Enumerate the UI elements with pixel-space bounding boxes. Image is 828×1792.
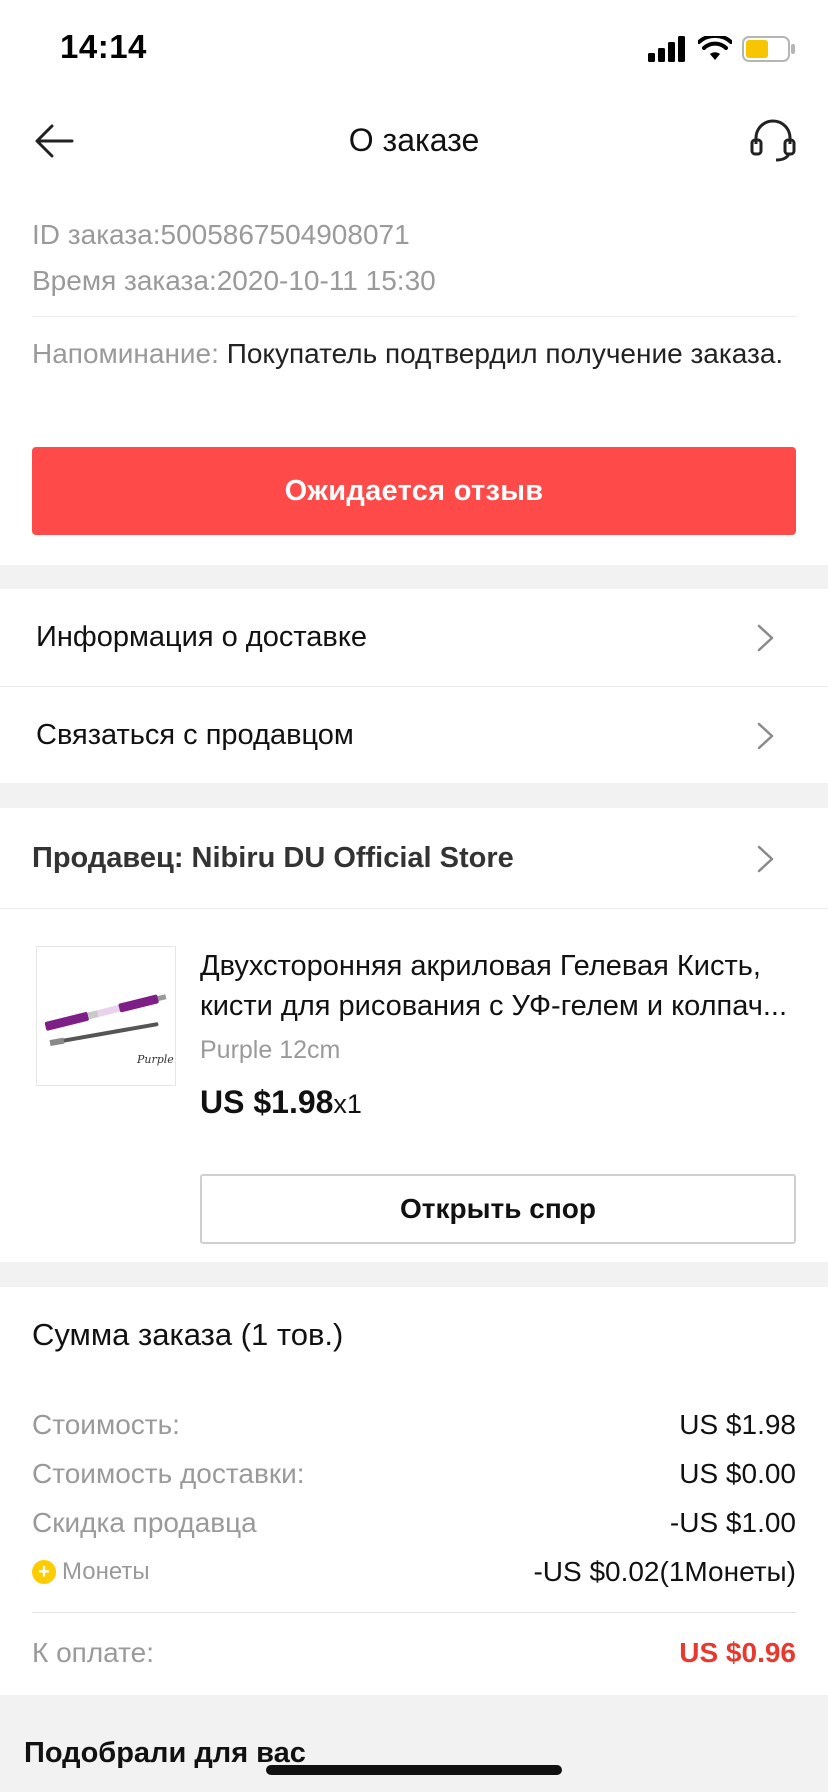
summary-value: -US $0.02(1Монеты) [533,1556,796,1587]
status-icons [648,32,796,66]
order-time: Время заказа:2020-10-11 15:30 [32,265,436,296]
section-gap [0,565,828,589]
seller-row[interactable]: Продавец: Nibiru DU Official Store [0,808,828,908]
chevron-right-icon [757,845,774,873]
status-bar: 14:14 [0,0,828,96]
recommendations-title: Подобрали для вас [24,1737,306,1769]
product-brush-image[interactable]: Purple [36,946,176,1086]
chevron-right-icon [757,624,774,652]
summary-row-shipping: Стоимость доставки: US $0.00 [32,1458,796,1490]
wifi-icon [698,36,732,60]
status-time: 14:14 [60,28,147,65]
product-price: US $1.98x1 [200,1084,362,1121]
delivery-info-link[interactable]: Информация о доставке [0,589,828,685]
total-label: К оплате: [32,1637,154,1668]
summary-label: Стоимость: [32,1409,180,1440]
recommendations-section: Подобрали для вас [0,1695,828,1792]
summary-label: Монеты [62,1558,150,1585]
awaiting-review-button[interactable]: Ожидается отзыв [32,447,796,535]
product-variant: Purple 12cm [200,1036,341,1064]
total-value: US $0.96 [679,1637,796,1668]
brush-illustration: Purple [44,994,174,1066]
summary-label: Стоимость доставки: [32,1458,305,1489]
summary-value: US $1.98 [679,1409,796,1440]
order-id: ID заказа:5005867504908071 [32,219,410,250]
order-reminder: Напоминание: Покупатель подтвердил получ… [32,335,796,373]
contact-seller-link[interactable]: Связаться с продавцом [0,687,828,783]
product-price-amount: US $1.98 [200,1084,334,1120]
section-gap [0,1262,828,1287]
product-title[interactable]: Двухсторонняя акриловая Гелевая Кисть, к… [200,946,800,1026]
seller-name: Продавец: Nibiru DU Official Store [32,841,514,874]
headset-icon[interactable] [748,114,798,164]
summary-value: US $0.00 [679,1458,796,1489]
summary-title: Сумма заказа (1 тов.) [32,1317,344,1352]
coin-icon: + [32,1560,56,1584]
coins-label-group: + Монеты [32,1558,150,1586]
cellular-signal-icon [648,36,685,62]
home-indicator[interactable] [266,1765,562,1775]
summary-row-cost: Стоимость: US $1.98 [32,1409,796,1441]
nav-bar: О заказе [0,96,828,186]
open-dispute-button[interactable]: Открыть спор [200,1174,796,1244]
summary-row-total: К оплате: US $0.96 [32,1637,796,1669]
chevron-right-icon [757,722,774,750]
product-quantity: x1 [333,1089,362,1119]
battery-low-icon [742,36,795,62]
delivery-info-label: Информация о доставке [36,620,367,653]
order-summary: Сумма заказа (1 тов.) Стоимость: US $1.9… [0,1287,828,1695]
divider [32,316,796,317]
svg-text:Purple: Purple [136,1053,174,1066]
page-title: О заказе [348,122,480,158]
summary-label: Скидка продавца [32,1507,257,1538]
order-info: ID заказа:5005867504908071 Время заказа:… [32,212,796,373]
reminder-text: Покупатель подтвердил получение заказа. [218,338,784,369]
section-gap [0,783,828,808]
summary-value: -US $1.00 [669,1507,796,1538]
product-card: Purple Двухсторонняя акриловая Гелевая К… [0,910,828,1262]
summary-row-coins: + Монеты -US $0.02(1Монеты) [32,1556,796,1588]
divider [0,908,828,909]
contact-seller-label: Связаться с продавцом [36,718,354,751]
divider [32,1612,796,1613]
reminder-label: Напоминание: [32,338,219,369]
summary-row-seller-discount: Скидка продавца -US $1.00 [32,1507,796,1539]
